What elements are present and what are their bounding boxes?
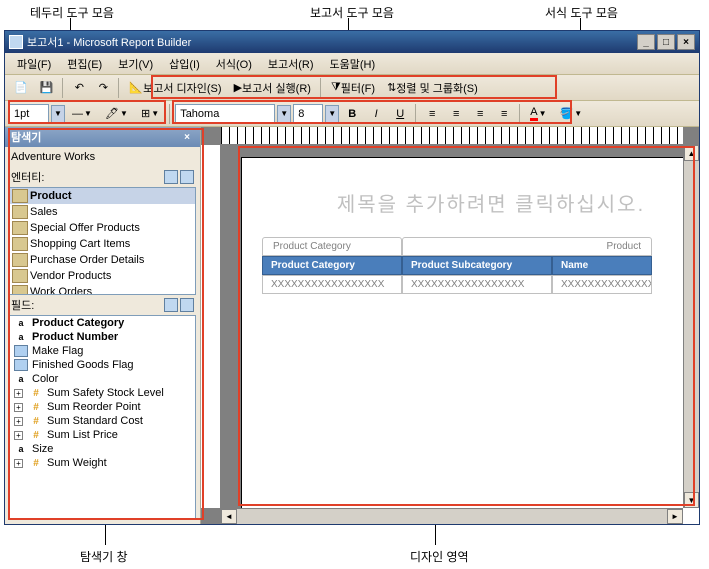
vertical-ruler bbox=[201, 145, 221, 508]
fields-view2-icon[interactable] bbox=[180, 298, 194, 312]
explorer-datasource: Adventure Works bbox=[5, 147, 200, 167]
sort-group-button[interactable]: ⇅정렬 및 그룹화(S) bbox=[382, 78, 483, 98]
design-canvas: 제목을 추가하려면 클릭하십시오. Product Category Produ… bbox=[201, 127, 699, 524]
fields-label: 필드: bbox=[11, 297, 34, 313]
border-width-combo[interactable]: 1pt bbox=[9, 104, 49, 124]
callout-format-toolbar: 서식 도구 모음 bbox=[545, 4, 618, 21]
data-cell[interactable]: XXXXXXXXXXXXXXX bbox=[552, 275, 652, 294]
column-header[interactable]: Name bbox=[552, 256, 652, 275]
entity-item[interactable]: Product bbox=[10, 188, 195, 204]
field-item[interactable]: Make Flag bbox=[10, 344, 195, 358]
callout-border-toolbar: 테두리 도구 모음 bbox=[30, 4, 114, 21]
entity-label: 엔터티: bbox=[11, 169, 44, 185]
entity-list[interactable]: Product Sales Special Offer Products Sho… bbox=[9, 187, 196, 295]
column-header[interactable]: Product Category bbox=[262, 256, 402, 275]
window-title: 보고서1 - Microsoft Report Builder bbox=[27, 34, 635, 50]
menu-help[interactable]: 도움말(H) bbox=[322, 54, 384, 74]
border-sides-button[interactable]: ⊞▼ bbox=[136, 104, 165, 124]
menu-report[interactable]: 보고서(R) bbox=[260, 54, 322, 74]
undo-button[interactable]: ↶ bbox=[68, 78, 90, 98]
fill-color-button[interactable]: 🪣▼ bbox=[555, 104, 589, 124]
field-item[interactable]: +Sum Weight bbox=[10, 456, 195, 470]
align-right-button[interactable]: ≡ bbox=[469, 104, 491, 124]
entity-item[interactable]: Vendor Products bbox=[10, 268, 195, 284]
entity-item[interactable]: Work Orders bbox=[10, 284, 195, 295]
column-header[interactable]: Product Subcategory bbox=[402, 256, 552, 275]
explorer-titlebar: 탐색기 × bbox=[5, 127, 200, 147]
callout-report-toolbar: 보고서 도구 모음 bbox=[310, 4, 394, 21]
field-item[interactable]: Finished Goods Flag bbox=[10, 358, 195, 372]
italic-button[interactable]: I bbox=[365, 104, 387, 124]
minimize-button[interactable]: _ bbox=[637, 34, 655, 50]
border-color-button[interactable]: 🖊▼ bbox=[100, 104, 134, 124]
fields-label-row: 필드: bbox=[5, 295, 200, 315]
explorer-close-icon[interactable]: × bbox=[180, 130, 194, 144]
data-cell[interactable]: XXXXXXXXXXXXXXXXX bbox=[402, 275, 552, 294]
explorer-title: 탐색기 bbox=[11, 129, 41, 145]
entity-item[interactable]: Sales bbox=[10, 204, 195, 220]
horizontal-scrollbar[interactable]: ◄ ► bbox=[221, 508, 683, 524]
underline-button[interactable]: U bbox=[389, 104, 411, 124]
group-header[interactable]: Product Category bbox=[262, 237, 402, 256]
data-cell[interactable]: XXXXXXXXXXXXXXXXX bbox=[262, 275, 402, 294]
fontsize-combo[interactable]: 8 bbox=[293, 104, 323, 124]
align-left-button[interactable]: ≡ bbox=[421, 104, 443, 124]
filter-button[interactable]: ⧩필터(F) bbox=[326, 78, 380, 98]
close-button[interactable]: × bbox=[677, 34, 695, 50]
font-arrow[interactable]: ▼ bbox=[277, 105, 291, 123]
standard-toolbar: 📄 💾 ↶ ↷ 📐보고서 디자인(S) ▶보고서 실행(R) ⧩필터(F) ⇅정… bbox=[5, 75, 699, 101]
menubar: 파일(F) 편집(E) 보기(V) 삽입(I) 서식(O) 보고서(R) 도움말… bbox=[5, 53, 699, 75]
app-icon bbox=[9, 35, 23, 49]
field-item[interactable]: +Sum Safety Stock Level bbox=[10, 386, 195, 400]
menu-view[interactable]: 보기(V) bbox=[110, 54, 161, 74]
field-item[interactable]: aProduct Number bbox=[10, 330, 195, 344]
field-item[interactable]: aColor bbox=[10, 372, 195, 386]
field-item[interactable]: +Sum List Price bbox=[10, 428, 195, 442]
field-item[interactable]: aSize bbox=[10, 442, 195, 456]
horizontal-ruler bbox=[221, 127, 683, 145]
report-table[interactable]: Product Category Product Product Categor… bbox=[262, 237, 699, 294]
entity-item[interactable]: Shopping Cart Items bbox=[10, 236, 195, 252]
bold-button[interactable]: B bbox=[341, 104, 363, 124]
fields-view-icon[interactable] bbox=[164, 298, 178, 312]
format-toolbar-row: 1pt ▼ —▼ 🖊▼ ⊞▼ Tahoma ▼ 8 ▼ B I U ≡ ≡ ≡ … bbox=[5, 101, 699, 127]
field-item[interactable]: +Sum Reorder Point bbox=[10, 400, 195, 414]
border-width-arrow[interactable]: ▼ bbox=[51, 105, 65, 123]
fontsize-arrow[interactable]: ▼ bbox=[325, 105, 339, 123]
explorer-pane: 탐색기 × Adventure Works 엔터티: Product Sales… bbox=[5, 127, 201, 524]
entity-item[interactable]: Purchase Order Details bbox=[10, 252, 195, 268]
entity-item[interactable]: Special Offer Products bbox=[10, 220, 195, 236]
entity-label-row: 엔터티: bbox=[5, 167, 200, 187]
vertical-scrollbar[interactable]: ▲ ▼ bbox=[683, 145, 699, 508]
fields-list[interactable]: aProduct Category aProduct Number Make F… bbox=[9, 315, 196, 520]
callout-explorer: 탐색기 창 bbox=[80, 548, 128, 565]
group-header[interactable]: Product bbox=[402, 237, 652, 256]
menu-insert[interactable]: 삽입(I) bbox=[161, 54, 208, 74]
design-button[interactable]: 📐보고서 디자인(S) bbox=[124, 78, 226, 98]
callout-design-area: 디자인 영역 bbox=[410, 548, 469, 565]
entity-view-icon[interactable] bbox=[164, 170, 178, 184]
font-color-button[interactable]: A▼ bbox=[525, 104, 552, 124]
save-button[interactable]: 💾 bbox=[35, 78, 59, 98]
titlebar: 보고서1 - Microsoft Report Builder _ □ × bbox=[5, 31, 699, 53]
run-button[interactable]: ▶보고서 실행(R) bbox=[229, 78, 316, 98]
entity-view2-icon[interactable] bbox=[180, 170, 194, 184]
menu-file[interactable]: 파일(F) bbox=[9, 54, 59, 74]
field-item[interactable]: +Sum Standard Cost bbox=[10, 414, 195, 428]
redo-button[interactable]: ↷ bbox=[92, 78, 114, 98]
border-style-button[interactable]: —▼ bbox=[67, 104, 98, 124]
field-item[interactable]: aProduct Category bbox=[10, 316, 195, 330]
maximize-button[interactable]: □ bbox=[657, 34, 675, 50]
app-window: 보고서1 - Microsoft Report Builder _ □ × 파일… bbox=[4, 30, 700, 525]
menu-edit[interactable]: 편집(E) bbox=[59, 54, 110, 74]
align-justify-button[interactable]: ≡ bbox=[493, 104, 515, 124]
font-combo[interactable]: Tahoma bbox=[175, 104, 275, 124]
menu-format[interactable]: 서식(O) bbox=[208, 54, 260, 74]
new-button[interactable]: 📄 bbox=[9, 78, 33, 98]
title-placeholder[interactable]: 제목을 추가하려면 클릭하십시오. bbox=[242, 158, 699, 227]
design-surface[interactable]: 제목을 추가하려면 클릭하십시오. Product Category Produ… bbox=[241, 157, 699, 524]
align-center-button[interactable]: ≡ bbox=[445, 104, 467, 124]
